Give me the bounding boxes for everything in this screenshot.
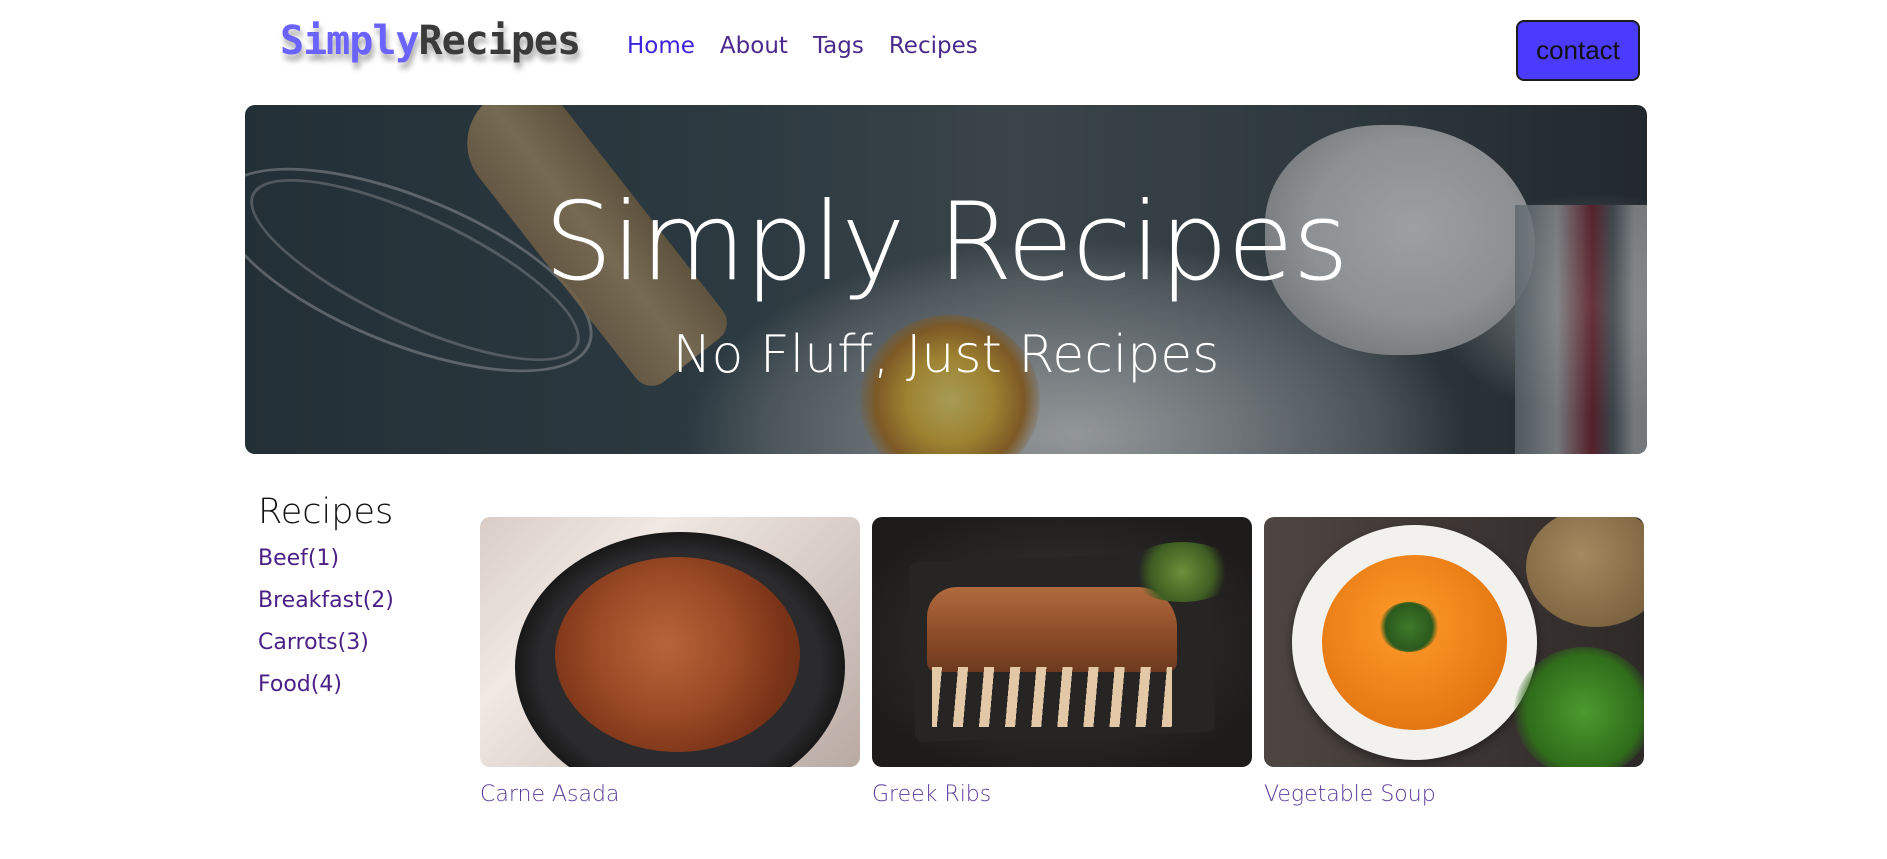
recipe-image-vegetable-soup[interactable] — [1264, 517, 1644, 767]
recipe-title[interactable]: Greek Ribs — [872, 782, 1252, 807]
recipe-title[interactable]: Vegetable Soup — [1264, 782, 1644, 807]
tag-link-breakfast[interactable]: Breakfast(2) — [258, 588, 458, 613]
nav-link-tags[interactable]: Tags — [813, 33, 864, 59]
recipe-image-greek-ribs[interactable] — [872, 517, 1252, 767]
logo-text-recipes: Recipes — [418, 18, 582, 64]
recipe-image-carne-asada[interactable] — [480, 517, 860, 767]
garnish-illustration — [1379, 602, 1439, 652]
navbar: SimplyRecipes Home About Tags Recipes co… — [0, 0, 1887, 98]
meat-illustration — [555, 557, 800, 752]
contact-button[interactable]: contact — [1516, 20, 1640, 81]
tag-link-food[interactable]: Food(4) — [258, 672, 458, 697]
herb-illustration — [1127, 542, 1237, 602]
hero-title: Simply Recipes — [544, 180, 1349, 305]
logo-text-simply: Simply — [280, 18, 419, 64]
nav-link-about[interactable]: About — [720, 33, 788, 59]
site-logo[interactable]: SimplyRecipes — [280, 18, 582, 64]
nav-link-recipes[interactable]: Recipes — [889, 33, 978, 59]
recipe-card-vegetable-soup[interactable]: Vegetable Soup — [1264, 517, 1644, 807]
ribs-illustration — [927, 587, 1177, 672]
sidebar-title: Recipes — [258, 492, 394, 532]
hero-banner: Simply Recipes No Fluff, Just Recipes — [245, 105, 1647, 454]
hero-subtitle: No Fluff, Just Recipes — [672, 325, 1220, 385]
recipe-card-carne-asada[interactable]: Carne Asada — [480, 517, 860, 807]
tag-link-carrots[interactable]: Carrots(3) — [258, 630, 458, 655]
nav-link-home[interactable]: Home — [627, 33, 695, 59]
recipe-title[interactable]: Carne Asada — [480, 782, 860, 807]
bones-illustration — [932, 667, 1172, 727]
tags-sidebar: Recipes Beef(1) Breakfast(2) Carrots(3) … — [258, 492, 458, 714]
recipe-card-greek-ribs[interactable]: Greek Ribs — [872, 517, 1252, 807]
main-nav: Home About Tags Recipes — [627, 33, 1003, 59]
tag-link-beef[interactable]: Beef(1) — [258, 546, 458, 571]
bread-illustration — [1526, 517, 1644, 627]
